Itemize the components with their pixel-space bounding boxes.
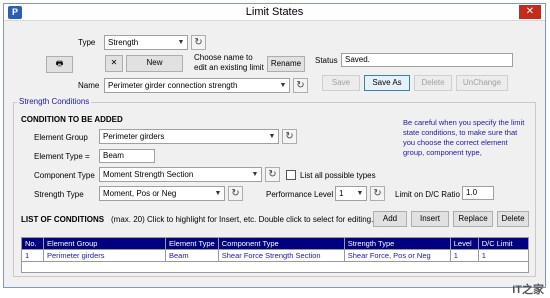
- new-button[interactable]: New: [126, 55, 183, 72]
- edit-hint: Choose name to edit an existing limit: [194, 53, 264, 72]
- table-row[interactable]: 1 Perimeter girders Beam Shear Force Str…: [21, 249, 530, 262]
- status-label: Status: [315, 56, 338, 65]
- cell-element-type: Beam: [165, 249, 219, 262]
- chevron-down-icon: ▼: [214, 190, 222, 197]
- list-all-label: List all possible types: [300, 171, 376, 180]
- refresh-icon: ↻: [296, 80, 305, 91]
- refresh-icon: ↻: [285, 131, 294, 142]
- refresh-component-type-button[interactable]: ↻: [265, 167, 280, 182]
- name-select[interactable]: Perimeter girder connection strength ▼: [104, 78, 290, 93]
- cell-no: 1: [21, 249, 44, 262]
- site-watermark: IT之家: [512, 284, 544, 296]
- refresh-icon: ↻: [373, 188, 382, 199]
- close-button[interactable]: ✕: [519, 5, 541, 19]
- component-type-label: Component Type: [34, 171, 95, 180]
- caution-note: Be careful when you specify the limit st…: [403, 118, 525, 157]
- performance-level-label: Performance Level: [266, 190, 334, 199]
- cell-element-group: Perimeter girders: [43, 249, 166, 262]
- save-button[interactable]: Save: [322, 75, 360, 91]
- column-header-dc-limit[interactable]: D/C Limit: [477, 237, 530, 250]
- element-type-label: Element Type =: [34, 152, 90, 161]
- cell-component-type: Shear Force Strength Section: [217, 249, 345, 262]
- status-field: Saved.: [341, 53, 513, 67]
- strength-type-value: Moment, Pos or Neg: [103, 189, 177, 198]
- chevron-down-icon: ▼: [279, 82, 287, 89]
- rename-button[interactable]: Rename: [267, 56, 305, 72]
- cell-level: 1: [449, 249, 479, 262]
- cell-dc-limit: 1: [477, 249, 530, 262]
- chevron-down-icon: ▼: [268, 133, 276, 140]
- column-header-no[interactable]: No.: [21, 237, 44, 250]
- strength-type-select[interactable]: Moment, Pos or Neg ▼: [99, 186, 225, 201]
- add-button[interactable]: Add: [373, 211, 407, 227]
- strength-conditions-title: Strength Conditions: [17, 97, 92, 106]
- list-all-checkbox[interactable]: [286, 170, 296, 180]
- column-header-component-type[interactable]: Component Type: [217, 237, 345, 250]
- printer-icon: 🖶: [55, 59, 64, 68]
- chevron-down-icon: ▼: [251, 171, 259, 178]
- refresh-strength-type-button[interactable]: ↻: [228, 186, 243, 201]
- chevron-down-icon: ▼: [356, 190, 364, 197]
- close-icon: ✕: [110, 58, 118, 67]
- delete-condition-button[interactable]: Delete: [497, 211, 529, 227]
- component-type-value: Moment Strength Section: [103, 170, 194, 179]
- refresh-type-button[interactable]: ↻: [191, 35, 206, 50]
- element-group-label: Element Group: [34, 133, 88, 142]
- performance-level-value: 1: [339, 189, 344, 198]
- list-of-conditions-hint: (max. 20) Click to highlight for Insert,…: [111, 215, 374, 224]
- refresh-icon: ↻: [231, 188, 240, 199]
- delete-x-button[interactable]: ✕: [105, 55, 123, 72]
- limit-states-window: P Limit States ✕ Type Strength ▼ ↻ 🖶 ✕ N…: [3, 3, 546, 288]
- list-of-conditions-heading: LIST OF CONDITIONS: [21, 215, 105, 224]
- limit-dc-label: Limit on D/C Ratio: [395, 190, 460, 199]
- element-group-select[interactable]: Perimeter girders ▼: [99, 129, 279, 144]
- strength-type-label: Strength Type: [34, 190, 84, 199]
- refresh-icon: ↻: [194, 37, 203, 48]
- column-header-level[interactable]: Level: [449, 237, 479, 250]
- save-as-button[interactable]: Save As: [364, 75, 410, 91]
- type-label: Type: [78, 38, 96, 47]
- title-bar: P Limit States ✕: [4, 4, 545, 21]
- element-group-value: Perimeter girders: [103, 132, 165, 141]
- window-title: Limit States: [245, 6, 304, 18]
- refresh-element-group-button[interactable]: ↻: [282, 129, 297, 144]
- column-header-element-type[interactable]: Element Type: [165, 237, 219, 250]
- refresh-performance-level-button[interactable]: ↻: [370, 186, 385, 201]
- cell-strength-type: Shear Force, Pos or Neg: [343, 249, 451, 262]
- column-header-strength-type[interactable]: Strength Type: [343, 237, 451, 250]
- table-header-row: No. Element Group Element Type Component…: [21, 237, 530, 250]
- conditions-table: No. Element Group Element Type Component…: [21, 237, 530, 262]
- column-header-element-group[interactable]: Element Group: [43, 237, 166, 250]
- chevron-down-icon: ▼: [177, 39, 185, 46]
- refresh-icon: ↻: [268, 169, 277, 180]
- limit-dc-field[interactable]: 1.0: [462, 186, 494, 200]
- name-label: Name: [78, 81, 100, 90]
- condition-heading: CONDITION TO BE ADDED: [21, 115, 123, 124]
- delete-button[interactable]: Delete: [414, 75, 452, 91]
- replace-button[interactable]: Replace: [453, 211, 493, 227]
- type-select[interactable]: Strength ▼: [104, 35, 188, 50]
- element-type-field: Beam: [99, 149, 155, 163]
- insert-button[interactable]: Insert: [411, 211, 449, 227]
- unchange-button[interactable]: UnChange: [456, 75, 508, 91]
- refresh-name-button[interactable]: ↻: [293, 78, 308, 93]
- component-type-select[interactable]: Moment Strength Section ▼: [99, 167, 262, 182]
- name-select-value: Perimeter girder connection strength: [108, 81, 238, 90]
- performance-level-select[interactable]: 1 ▼: [335, 186, 367, 201]
- print-button[interactable]: 🖶: [46, 56, 73, 73]
- type-select-value: Strength: [108, 38, 139, 47]
